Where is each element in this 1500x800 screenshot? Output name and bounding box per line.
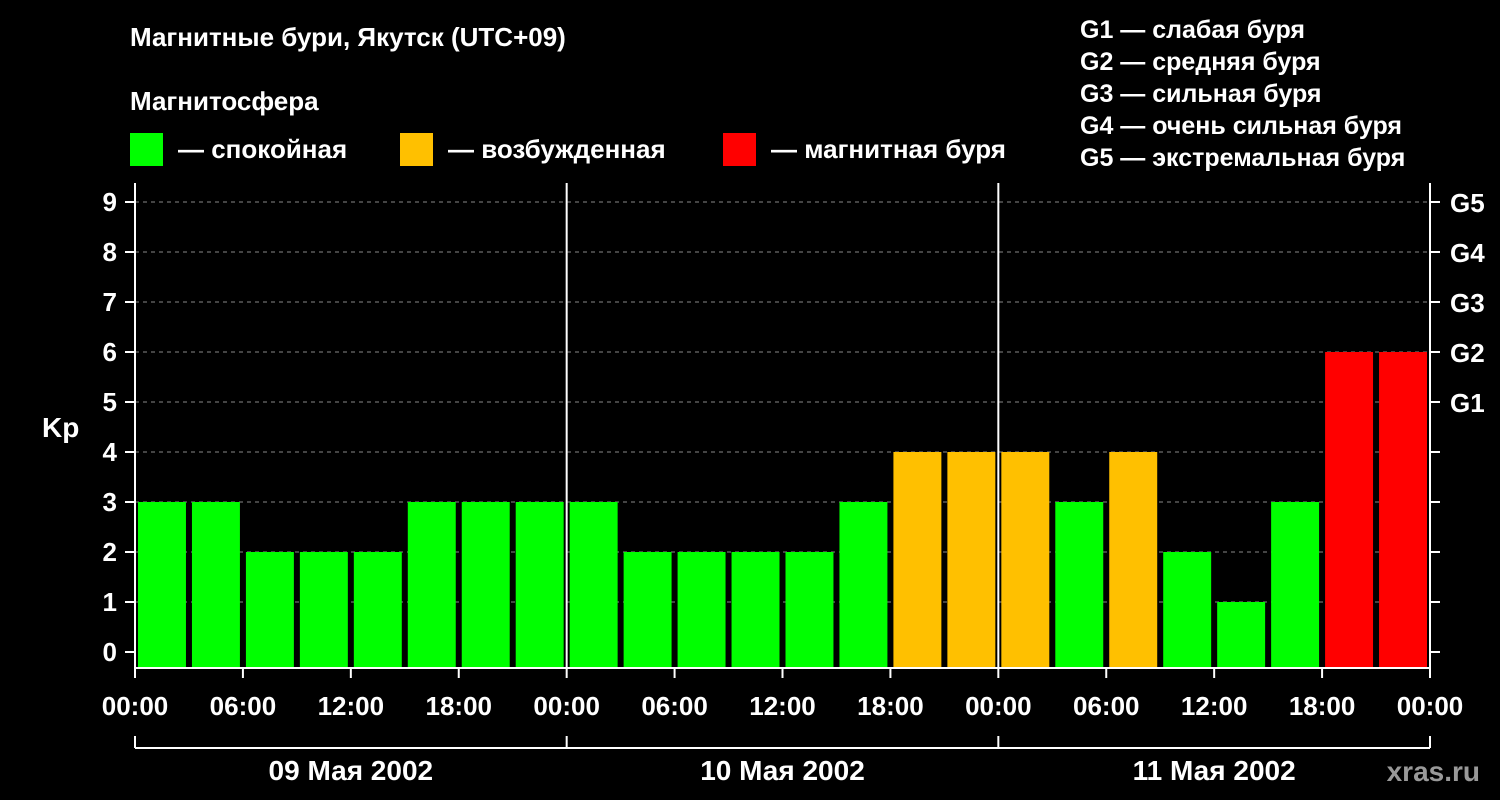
x-tick-label: 06:00 xyxy=(641,691,708,721)
x-tick-label: 18:00 xyxy=(857,691,924,721)
x-tick-label: 00:00 xyxy=(1397,691,1464,721)
watermark: xras.ru xyxy=(1386,756,1480,787)
g-scale-label: G3 xyxy=(1450,288,1485,318)
x-tick-label: 18:00 xyxy=(1289,691,1356,721)
g-scale-label: G5 xyxy=(1450,188,1485,218)
day-label: 09 Мая 2002 xyxy=(269,755,434,786)
kp-bar xyxy=(407,502,456,668)
kp-bar xyxy=(138,502,186,668)
y-tick-label: 3 xyxy=(103,487,117,517)
y-axis-label: Kp xyxy=(42,412,79,443)
day-label: 10 Мая 2002 xyxy=(700,755,865,786)
g-scale-label: G1 xyxy=(1450,388,1485,418)
y-tick-label: 2 xyxy=(103,537,117,567)
x-tick-label: 12:00 xyxy=(1181,691,1248,721)
kp-bar xyxy=(1001,452,1050,668)
kp-bar xyxy=(731,552,780,668)
kp-bar xyxy=(1163,552,1212,668)
kp-bar xyxy=(515,502,564,668)
day-label: 11 Мая 2002 xyxy=(1133,755,1296,786)
kp-bar xyxy=(245,552,294,668)
kp-bar xyxy=(1271,502,1320,668)
g-scale-label: G4 xyxy=(1450,238,1485,268)
kp-bar xyxy=(947,452,996,668)
y-tick-label: 7 xyxy=(103,287,117,317)
y-tick-label: 8 xyxy=(103,237,117,267)
y-tick-label: 1 xyxy=(103,587,117,617)
kp-bar xyxy=(299,552,348,668)
kp-bar xyxy=(1379,352,1427,668)
x-tick-label: 18:00 xyxy=(426,691,493,721)
kp-bar xyxy=(623,552,672,668)
y-tick-label: 9 xyxy=(103,187,117,217)
x-tick-label: 12:00 xyxy=(318,691,385,721)
x-tick-label: 00:00 xyxy=(965,691,1032,721)
y-tick-label: 6 xyxy=(103,337,117,367)
kp-bar xyxy=(1055,502,1104,668)
x-tick-label: 06:00 xyxy=(210,691,277,721)
kp-bar xyxy=(191,502,240,668)
kp-bar xyxy=(785,552,834,668)
kp-bar-chart: 0 1 2 3 4 5 6 7 8 9 Kp G1 G2 G3 G4 G5 00:00 06:00 12:00 18:… xyxy=(42,183,1485,786)
kp-bar xyxy=(893,452,942,668)
x-tick-label: 00:00 xyxy=(102,691,169,721)
kp-bar xyxy=(569,502,618,668)
kp-bar xyxy=(461,502,510,668)
y-tick-label: 5 xyxy=(103,387,117,417)
g-scale-label: G2 xyxy=(1450,338,1485,368)
x-tick-label: 00:00 xyxy=(533,691,600,721)
kp-bar xyxy=(1109,452,1158,668)
kp-bar xyxy=(839,502,888,668)
x-tick-label: 06:00 xyxy=(1073,691,1140,721)
kp-bar xyxy=(677,552,726,668)
kp-bar xyxy=(1217,602,1266,668)
y-tick-label: 4 xyxy=(103,437,118,467)
y-tick-label: 0 xyxy=(103,637,117,667)
x-tick-label: 12:00 xyxy=(749,691,816,721)
kp-bar xyxy=(353,552,402,668)
kp-bar xyxy=(1325,352,1374,668)
